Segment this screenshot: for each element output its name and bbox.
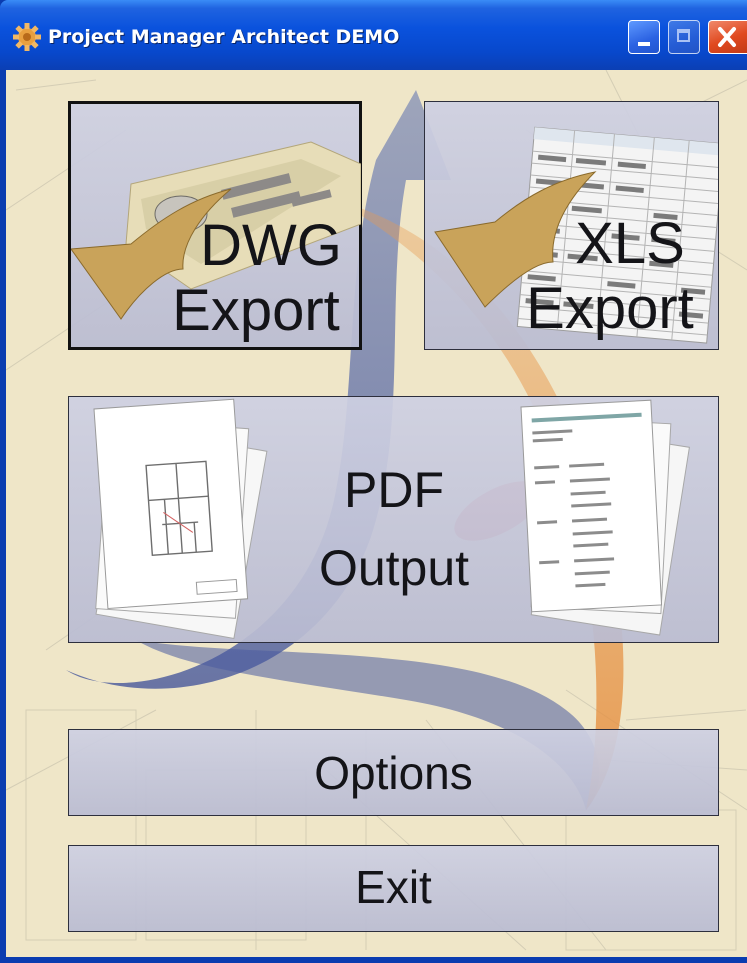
dwg-export-button[interactable]: DWG Export (68, 101, 362, 350)
exit-label: Exit (355, 861, 432, 913)
pdf-thumbnail-left-icon (93, 398, 268, 640)
xls-label-line1: XLS (575, 211, 685, 276)
exit-button[interactable]: Exit (68, 845, 719, 932)
close-button[interactable] (708, 20, 747, 54)
window-bottom-border (0, 957, 747, 963)
dwg-label-line1: DWG (200, 213, 342, 278)
minimize-button[interactable] (628, 20, 660, 54)
pdf-label-line1: PDF (344, 462, 444, 518)
pdf-output-button[interactable]: PDF Output (68, 396, 719, 643)
app-window: Project Manager Architect DEMO DWG Expor… (0, 0, 747, 963)
maximize-icon (677, 29, 690, 42)
title-bar[interactable]: Project Manager Architect DEMO (0, 0, 747, 70)
minimize-icon (638, 42, 650, 46)
options-label: Options (314, 747, 473, 799)
dwg-label-line2: Export (172, 278, 340, 343)
gear-app-icon (13, 23, 41, 51)
window-title: Project Manager Architect DEMO (48, 26, 400, 48)
close-icon (718, 27, 736, 47)
xls-label-line2: Export (526, 276, 694, 341)
pdf-label-line2: Output (318, 540, 470, 596)
xls-export-button[interactable]: XLS Export (424, 101, 719, 350)
pdf-thumbnail-right-icon (520, 399, 690, 636)
maximize-button[interactable] (668, 20, 700, 54)
options-button[interactable]: Options (68, 729, 719, 816)
